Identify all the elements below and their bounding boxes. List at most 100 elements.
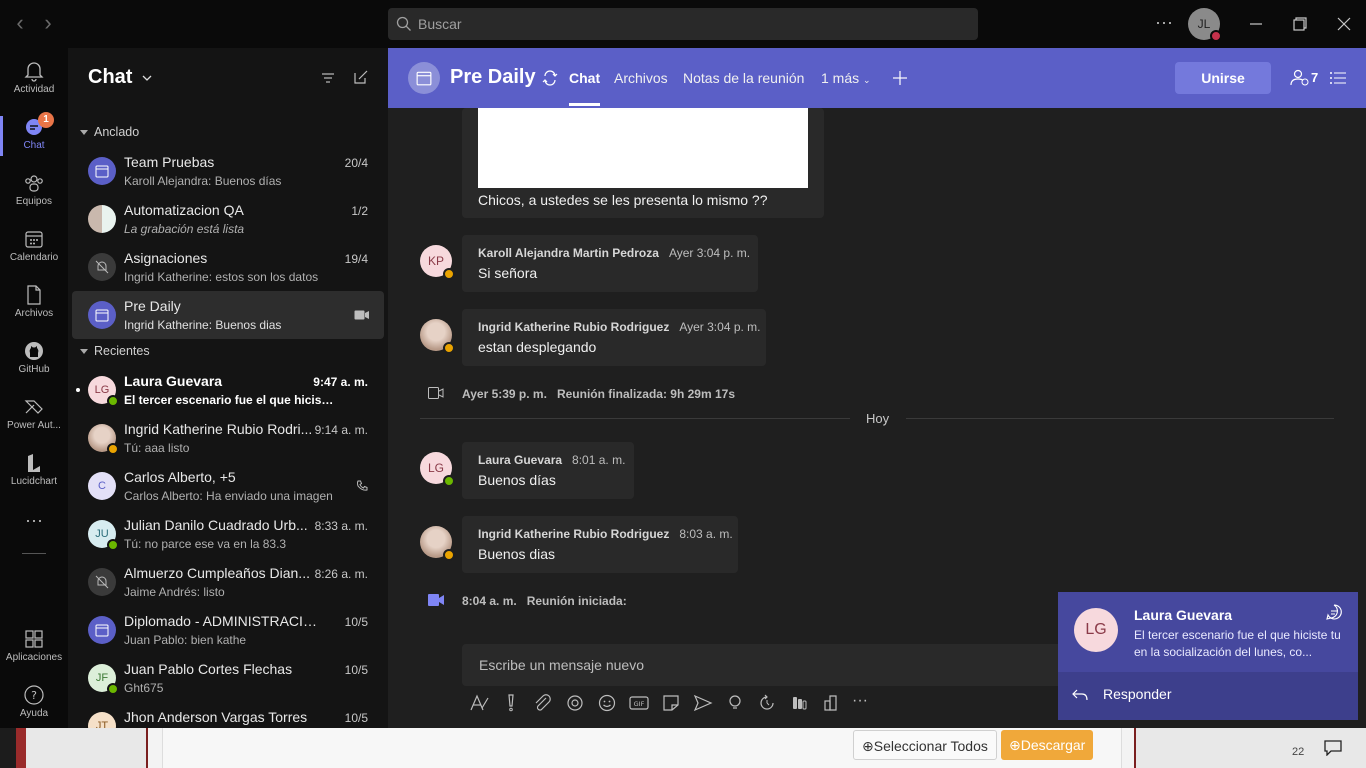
- forward-arrow-icon[interactable]: ›: [38, 12, 58, 36]
- action-center-icon[interactable]: [1324, 740, 1342, 756]
- recurring-icon: [542, 70, 558, 86]
- section-pinned[interactable]: Anclado: [80, 125, 139, 139]
- sticker-icon[interactable]: [660, 694, 682, 712]
- reply-button[interactable]: Responder: [1058, 672, 1358, 720]
- important-icon[interactable]: [500, 694, 522, 712]
- message-bubble[interactable]: Ingrid Katherine Rubio Rodriguez 8:03 a. …: [462, 516, 738, 573]
- chat-row-juan-pablo[interactable]: JF Juan Pablo Cortes Flechas Ght675 10/5: [72, 654, 384, 702]
- meeting-details-icon[interactable]: [1329, 70, 1347, 86]
- avatar-initials: JU: [95, 528, 109, 540]
- emoji-icon[interactable]: [596, 694, 618, 712]
- chat-row-asignaciones[interactable]: Asignaciones Ingrid Katherine: estos son…: [72, 243, 384, 291]
- attach-icon[interactable]: [532, 694, 554, 712]
- chat-row-almuerzo[interactable]: Almuerzo Cumpleaños Dian... Jaime Andrés…: [72, 558, 384, 606]
- rail-item-github[interactable]: GitHub: [0, 334, 68, 386]
- filter-icon[interactable]: [320, 70, 336, 86]
- calendar-icon: [95, 624, 109, 637]
- back-arrow-icon[interactable]: ‹: [10, 12, 30, 36]
- chat-time: 10/5: [344, 663, 368, 677]
- search-box[interactable]: Buscar: [388, 8, 978, 40]
- message-bubble[interactable]: Ingrid Katherine Rubio Rodriguez Ayer 3:0…: [462, 309, 766, 366]
- search-input[interactable]: Buscar: [418, 8, 462, 40]
- chat-row-jhon-anderson[interactable]: JT Jhon Anderson Vargas Torres 10/5: [72, 702, 384, 728]
- more-options-icon[interactable]: ···: [1152, 12, 1176, 36]
- praise-icon[interactable]: [724, 694, 746, 712]
- video-call-icon[interactable]: [354, 310, 370, 320]
- svg-text:?: ?: [31, 689, 37, 702]
- chat-row-laura-guevara[interactable]: LG Laura Guevara El tercer escenario fue…: [72, 366, 384, 414]
- select-all-button[interactable]: ⊕Seleccionar Todos: [853, 730, 997, 760]
- message-text: estan desplegando: [478, 339, 597, 355]
- format-icon[interactable]: [468, 694, 490, 712]
- attached-image[interactable]: [478, 108, 808, 188]
- participants-icon[interactable]: [1290, 69, 1310, 87]
- schedule-meeting-icon[interactable]: [692, 694, 714, 712]
- rail-item-chat[interactable]: 1 Chat: [0, 110, 68, 162]
- approvals-icon[interactable]: [788, 694, 810, 712]
- rail-item-apps[interactable]: Aplicaciones: [0, 622, 68, 674]
- rail-item-calendar[interactable]: Calendario: [0, 222, 68, 274]
- phone-icon[interactable]: [356, 480, 368, 492]
- teams-icon: [25, 175, 43, 192]
- chat-row-automatizacion-qa[interactable]: Automatizacion QA La grabación está list…: [72, 195, 384, 243]
- download-button[interactable]: ⊕Descargar: [1001, 730, 1094, 760]
- calendar-icon: [25, 231, 43, 248]
- chat-time: 19/4: [344, 252, 368, 266]
- loop-icon[interactable]: [564, 694, 586, 712]
- avatar[interactable]: LG: [420, 452, 455, 487]
- rail-item-activity[interactable]: Actividad: [0, 54, 68, 106]
- add-tab-icon[interactable]: [892, 70, 908, 86]
- chat-row-team-pruebas[interactable]: Team Pruebas Karoll Alejandra: Buenos dí…: [72, 147, 384, 195]
- compose-box[interactable]: Escribe un mensaje nuevo: [462, 644, 1082, 686]
- calendar-icon: [95, 165, 109, 178]
- tab-more[interactable]: 1 más ⌄: [821, 70, 871, 86]
- join-button[interactable]: Unirse: [1175, 62, 1271, 94]
- tab-meeting-notes[interactable]: Notas de la reunión: [683, 70, 804, 86]
- message-input[interactable]: Escribe un mensaje nuevo: [479, 644, 644, 686]
- chat-time: 10/5: [344, 711, 368, 725]
- chat-row-julian-danilo[interactable]: JU Julian Danilo Cuadrado Urb... Tú: no …: [72, 510, 384, 558]
- restore-icon[interactable]: [1288, 12, 1312, 36]
- rail-label: Power Aut...: [7, 420, 61, 431]
- avatar[interactable]: [420, 526, 455, 561]
- chat-row-diplomado[interactable]: Diplomado - ADMINISTRACIÓN ... Juan Pabl…: [72, 606, 384, 654]
- toast-sender: Laura Guevara: [1134, 607, 1233, 623]
- new-chat-icon[interactable]: [353, 69, 369, 85]
- refresh-icon[interactable]: [756, 694, 778, 712]
- rail-item-help[interactable]: ? Ayuda: [0, 678, 68, 730]
- rail-item-power-automate[interactable]: Power Aut...: [0, 390, 68, 442]
- more-options-icon[interactable]: ···: [852, 693, 874, 712]
- more-apps-icon[interactable]: ···: [22, 510, 46, 531]
- chat-time: 8:26 a. m.: [314, 567, 368, 581]
- chat-row-carlos-alberto[interactable]: C Carlos Alberto, +5 Carlos Alberto: Ha …: [72, 462, 384, 510]
- chat-preview: Tú: no parce ese va en la 83.3: [124, 537, 287, 551]
- chat-name: Juan Pablo Cortes Flechas: [124, 661, 293, 677]
- tab-files[interactable]: Archivos: [614, 70, 668, 86]
- group-avatar: [88, 205, 116, 233]
- avatar[interactable]: [420, 319, 455, 354]
- chat-row-ingrid-katherine[interactable]: Ingrid Katherine Rubio Rodri... Tú: aaa …: [72, 414, 384, 462]
- section-recent[interactable]: Recientes: [80, 344, 150, 358]
- chevron-down-icon[interactable]: [142, 74, 152, 82]
- message-bubble[interactable]: Karoll Alejandra Martin Pedroza Ayer 3:04…: [462, 235, 758, 292]
- tab-chat[interactable]: Chat: [569, 70, 601, 106]
- participants-count[interactable]: 7: [1311, 70, 1318, 85]
- rail-label: GitHub: [18, 364, 50, 375]
- chat-row-pre-daily[interactable]: Pre Daily Ingrid Katherine: Buenos dias: [72, 291, 384, 339]
- gif-icon[interactable]: GIF: [628, 694, 650, 712]
- forms-icon[interactable]: [820, 694, 842, 712]
- rail-item-files[interactable]: Archivos: [0, 278, 68, 330]
- lucidchart-icon: [28, 454, 40, 472]
- download-circle-icon: ⊕: [1009, 737, 1021, 753]
- avatar[interactable]: KP: [420, 245, 455, 280]
- message-text: Buenos dias: [478, 546, 556, 562]
- user-avatar[interactable]: JL: [1188, 8, 1222, 42]
- minimize-icon[interactable]: [1244, 12, 1268, 36]
- notification-toast[interactable]: LG Laura Guevara El tercer escenario fue…: [1058, 592, 1358, 720]
- toast-body[interactable]: LG Laura Guevara El tercer escenario fue…: [1058, 592, 1358, 672]
- close-icon[interactable]: [1332, 12, 1356, 36]
- rail-item-teams[interactable]: Equipos: [0, 166, 68, 218]
- rail-item-lucidchart[interactable]: Lucidchart: [0, 446, 68, 498]
- message-bubble[interactable]: Laura Guevara 8:01 a. m. Buenos días: [462, 442, 634, 499]
- chat-list-title[interactable]: Chat: [88, 66, 132, 89]
